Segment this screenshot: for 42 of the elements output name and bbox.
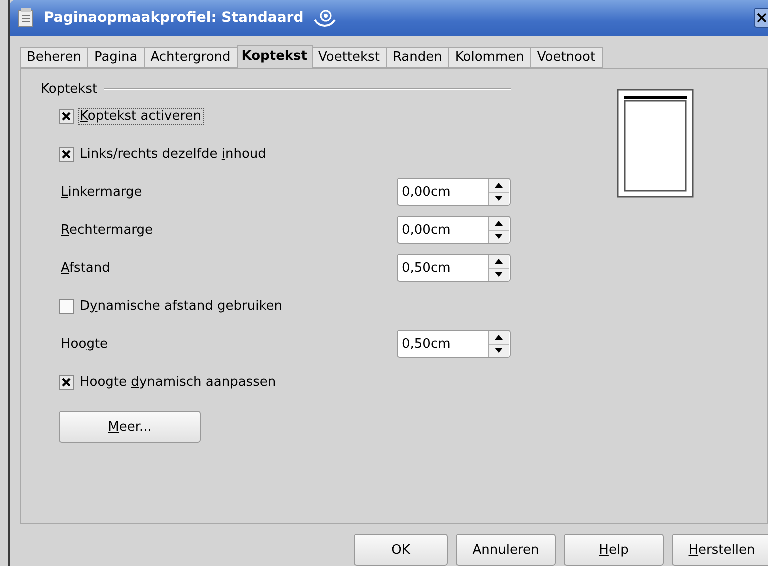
up-arrow-icon[interactable] [495,334,503,340]
up-arrow-icon[interactable] [495,182,503,188]
dialog-button[interactable]: OK [354,534,448,566]
field-label: Afstand [60,260,112,276]
checkbox-label: Hoogte dynamisch aanpassen [79,374,278,390]
field-label: Rechtermarge [60,222,154,238]
more-button[interactable]: Meer... [59,411,201,443]
down-arrow-icon[interactable] [495,196,503,202]
spin-field[interactable]: 0,50cm [397,254,511,282]
dialog-button[interactable]: Herstellen [672,534,768,566]
dialog-button[interactable]: Annuleren [456,534,556,566]
close-icon [756,13,766,23]
swirl-icon [314,8,336,28]
document-icon [18,8,34,28]
checkbox[interactable] [59,298,74,314]
checkbox-label: Koptekst activeren [78,108,204,124]
down-arrow-icon[interactable] [495,272,503,278]
tab[interactable]: Achtergrond [144,47,238,68]
tab[interactable]: Beheren [20,47,88,68]
up-arrow-icon[interactable] [495,220,503,226]
field-label: Hoogte [60,336,110,352]
down-arrow-icon[interactable] [495,234,503,240]
up-arrow-icon[interactable] [495,258,503,264]
checkbox[interactable] [59,108,74,124]
tab[interactable]: Kolommen [448,47,532,68]
window-title: Paginaopmaakprofiel: Standaard [44,10,304,26]
down-arrow-icon[interactable] [495,348,503,354]
dialog-button[interactable]: Help [564,534,664,566]
tab[interactable]: Voetnoot [530,47,603,68]
spin-field[interactable]: 0,50cm [397,330,511,358]
field-label: Linkermarge [60,184,144,200]
tab[interactable]: Randen [386,47,450,68]
close-button[interactable] [754,8,768,28]
checkbox[interactable] [59,374,74,390]
spin-field[interactable]: 0,00cm [397,178,511,206]
checkbox-label: Links/rechts dezelfde inhoud [79,146,268,162]
tab[interactable]: Pagina [87,47,145,68]
spin-field[interactable]: 0,00cm [397,216,511,244]
tab[interactable]: Voettekst [312,47,387,68]
group-title: Koptekst [41,82,98,96]
checkbox[interactable] [59,146,74,162]
checkbox-label: Dynamische afstand gebruiken [79,298,284,314]
